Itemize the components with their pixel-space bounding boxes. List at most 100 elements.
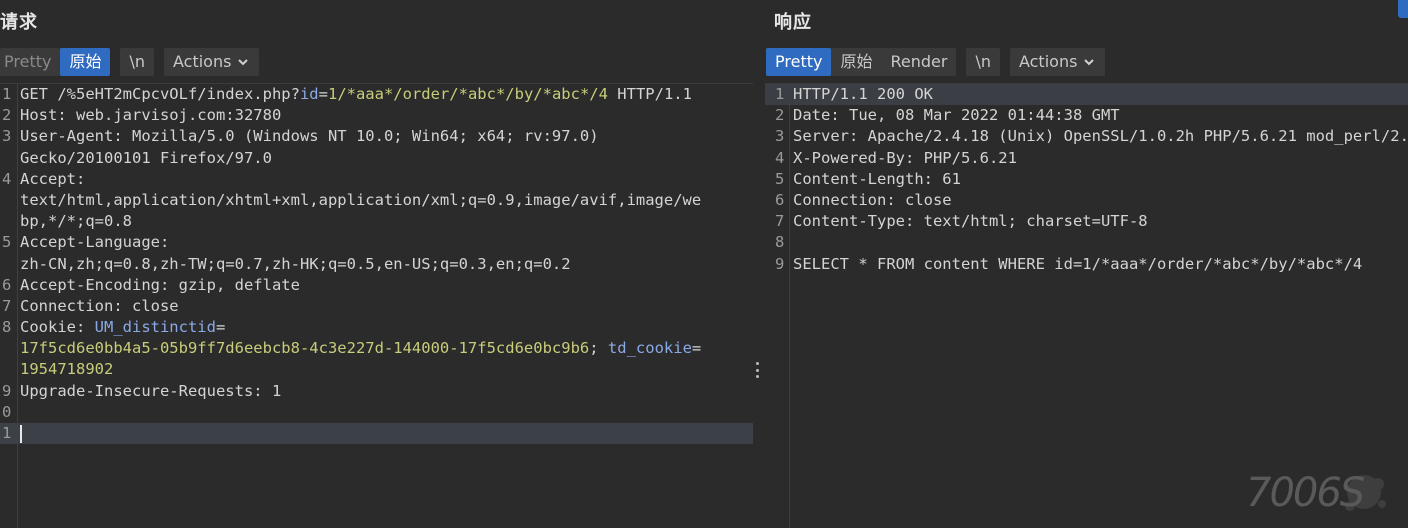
response-tab-render[interactable]: Render (881, 48, 956, 76)
code-token: 17f5cd6e0bb4a5-05b9ff7d6eebcb8-4c3e227d-… (20, 339, 590, 358)
request-tab-raw[interactable]: 原始 (60, 48, 111, 76)
line-text: GET /%5eHT2mCpcvOLf/index.php?id=1/*aaa*… (20, 84, 692, 105)
watermark-logo: 7006S (1246, 462, 1396, 522)
request-code-line[interactable]: 8 Cookie: UM_distinctid= (0, 317, 753, 338)
code-token: zh-CN,zh;q=0.8,zh-TW;q=0.7,zh-HK;q=0.5,e… (20, 254, 571, 273)
request-newline-toggle[interactable]: \n (120, 48, 154, 76)
line-number: 9 (2, 381, 12, 400)
code-token: Accept-Encoding: gzip, deflate (20, 275, 300, 294)
response-actions-button[interactable]: Actions (1009, 48, 1106, 76)
response-view-tabs: Pretty 原始 Render (766, 48, 957, 76)
line-number: 1 (775, 85, 785, 103)
request-code-line[interactable]: text/html,application/xhtml+xml,applicat… (0, 190, 753, 211)
request-lines: 1 GET /%5eHT2mCpcvOLf/index.php?id=1/*aaa… (0, 84, 753, 445)
response-code-line[interactable]: 8 (765, 232, 1408, 253)
request-code-line[interactable]: 1954718902 (0, 359, 753, 380)
line-text: Accept: (20, 169, 85, 190)
line-text: 1954718902 (20, 359, 113, 380)
line-text: SELECT * FROM content WHERE id=1/*aaa*/o… (793, 254, 1362, 275)
response-code-line[interactable]: 5 Content-Length: 61 (765, 169, 1408, 190)
request-code-line[interactable]: 5 Accept-Language: (0, 232, 753, 253)
code-token: = (318, 85, 328, 103)
response-code-line[interactable]: 6 Connection: close (765, 190, 1408, 211)
request-code-line[interactable]: 6 Accept-Encoding: gzip, deflate (0, 275, 753, 296)
response-actions-label: Actions (1018, 52, 1078, 71)
response-code-line[interactable]: 1 HTTP/1.1 200 OK (765, 84, 1408, 106)
drag-handle-icon[interactable] (755, 362, 759, 378)
code-token: Content-Length: 61 (793, 169, 961, 188)
line-text: bp,*/*;q=0.8 (20, 211, 132, 232)
code-token: Connection: close (20, 296, 179, 315)
response-toolbar: Pretty 原始 Render \n Actions (766, 48, 1106, 76)
request-code-line[interactable]: bp,*/*;q=0.8 (0, 211, 753, 232)
code-token: SELECT * FROM content WHERE id=1/*aaa*/o… (793, 254, 1363, 273)
line-text: 17f5cd6e0bb4a5-05b9ff7d6eebcb8-4c3e227d-… (20, 338, 701, 359)
code-token: Accept: (20, 169, 86, 188)
request-actions-button[interactable]: Actions (164, 48, 260, 76)
response-tab-raw[interactable]: 原始 (831, 48, 881, 76)
line-number: 1 (2, 85, 12, 103)
code-token: UM_distinctid (94, 318, 216, 337)
response-code-line[interactable]: 3 Server: Apache/2.4.18 (Unix) OpenSSL/1.… (765, 126, 1408, 147)
watermark-text: 7006S (1246, 470, 1365, 516)
line-number: 0 (2, 402, 12, 421)
line-text: zh-CN,zh;q=0.8,zh-TW;q=0.7,zh-HK;q=0.5,e… (20, 254, 571, 275)
line-text: Connection: close (793, 190, 952, 211)
line-text: Connection: close (20, 296, 179, 317)
code-token: HTTP/1.1 (607, 85, 692, 103)
line-text: HTTP/1.1 200 OK (793, 84, 933, 105)
response-code-line[interactable]: 4 X-Powered-By: PHP/5.6.21 (765, 148, 1408, 169)
line-number: 7 (775, 212, 785, 231)
request-code-line[interactable]: Gecko/20100101 Firefox/97.0 (0, 148, 753, 169)
code-token: Accept-Language: (20, 233, 170, 252)
line-number: 2 (2, 106, 12, 125)
response-tab-pretty[interactable]: Pretty (766, 48, 832, 76)
response-code-line[interactable]: 7 Content-Type: text/html; charset=UTF-8 (765, 211, 1408, 232)
line-text: text/html,application/xhtml+xml,applicat… (20, 190, 701, 211)
request-code-line[interactable]: 1 GET /%5eHT2mCpcvOLf/index.php?id=1/*aaa… (0, 84, 753, 105)
response-code-line[interactable]: 2 Date: Tue, 08 Mar 2022 01:44:38 GMT (765, 105, 1408, 126)
code-token: 1954718902 (20, 360, 114, 379)
code-token: Content-Type: text/html; charset=UTF-8 (793, 212, 1148, 231)
code-token: td_cookie (607, 339, 692, 358)
code-token: X-Powered-By: PHP/5.6.21 (793, 148, 1017, 167)
line-text: Gecko/20100101 Firefox/97.0 (20, 148, 272, 169)
request-tab-pretty[interactable]: Pretty (0, 48, 60, 76)
line-number: 5 (775, 169, 785, 188)
request-code-line[interactable]: 7 Connection: close (0, 296, 753, 317)
request-code-line[interactable]: 9 Upgrade-Insecure-Requests: 1 (0, 381, 753, 402)
code-token: ; (589, 339, 608, 358)
request-code-line[interactable]: 3 User-Agent: Mozilla/5.0 (Windows NT 10.… (0, 126, 753, 147)
response-newline-toggle[interactable]: \n (966, 48, 1000, 76)
line-number: 6 (2, 275, 12, 294)
line-text: Cookie: UM_distinctid= (20, 317, 225, 338)
code-token: = (691, 339, 702, 358)
code-token: Gecko/20100101 Firefox/97.0 (20, 148, 272, 167)
line-number: 8 (775, 233, 785, 252)
line-text: Accept-Language: (20, 232, 169, 253)
request-code-line[interactable]: 1 (0, 423, 753, 445)
line-text: Content-Length: 61 (793, 169, 961, 190)
request-code-line[interactable]: 0 (0, 402, 753, 423)
request-editor[interactable]: 1 GET /%5eHT2mCpcvOLf/index.php?id=1/*aaa… (0, 83, 753, 528)
request-code-line[interactable]: zh-CN,zh;q=0.8,zh-TW;q=0.7,zh-HK;q=0.5,e… (0, 254, 753, 275)
response-lines: 1 HTTP/1.1 200 OK 2 Date: Tue, 08 Mar 2022 … (765, 84, 1408, 275)
line-number: 8 (2, 318, 12, 337)
response-title: 响应 (774, 12, 812, 33)
panel-divider[interactable] (753, 0, 765, 528)
request-panel: 请求 Pretty 原始 \n Actions 1 GET /%5eHT2mCpc… (0, 0, 753, 528)
line-number: 3 (2, 127, 12, 146)
code-token: 1/*aaa*/order/*abc*/by/*abc*/4 (327, 85, 608, 103)
line-text: Accept-Encoding: gzip, deflate (20, 275, 300, 296)
request-code-line[interactable]: 2 Host: web.jarvisoj.com:32780 (0, 105, 753, 126)
request-code-line[interactable]: 17f5cd6e0bb4a5-05b9ff7d6eebcb8-4c3e227d-… (0, 338, 753, 359)
corner-accent (1398, 0, 1408, 18)
code-token: User-Agent: Mozilla/5.0 (Windows NT 10.0… (20, 127, 599, 146)
line-text: Content-Type: text/html; charset=UTF-8 (793, 211, 1148, 232)
line-text: Server: Apache/2.4.18 (Unix) OpenSSL/1.0… (793, 126, 1408, 147)
text-cursor (20, 424, 22, 443)
response-code-line[interactable]: 9 SELECT * FROM content WHERE id=1/*aaa*/… (765, 254, 1408, 275)
request-code-line[interactable]: 4 Accept: (0, 169, 753, 190)
line-number: 1 (2, 424, 12, 442)
request-toolbar: Pretty 原始 \n Actions (0, 48, 260, 76)
